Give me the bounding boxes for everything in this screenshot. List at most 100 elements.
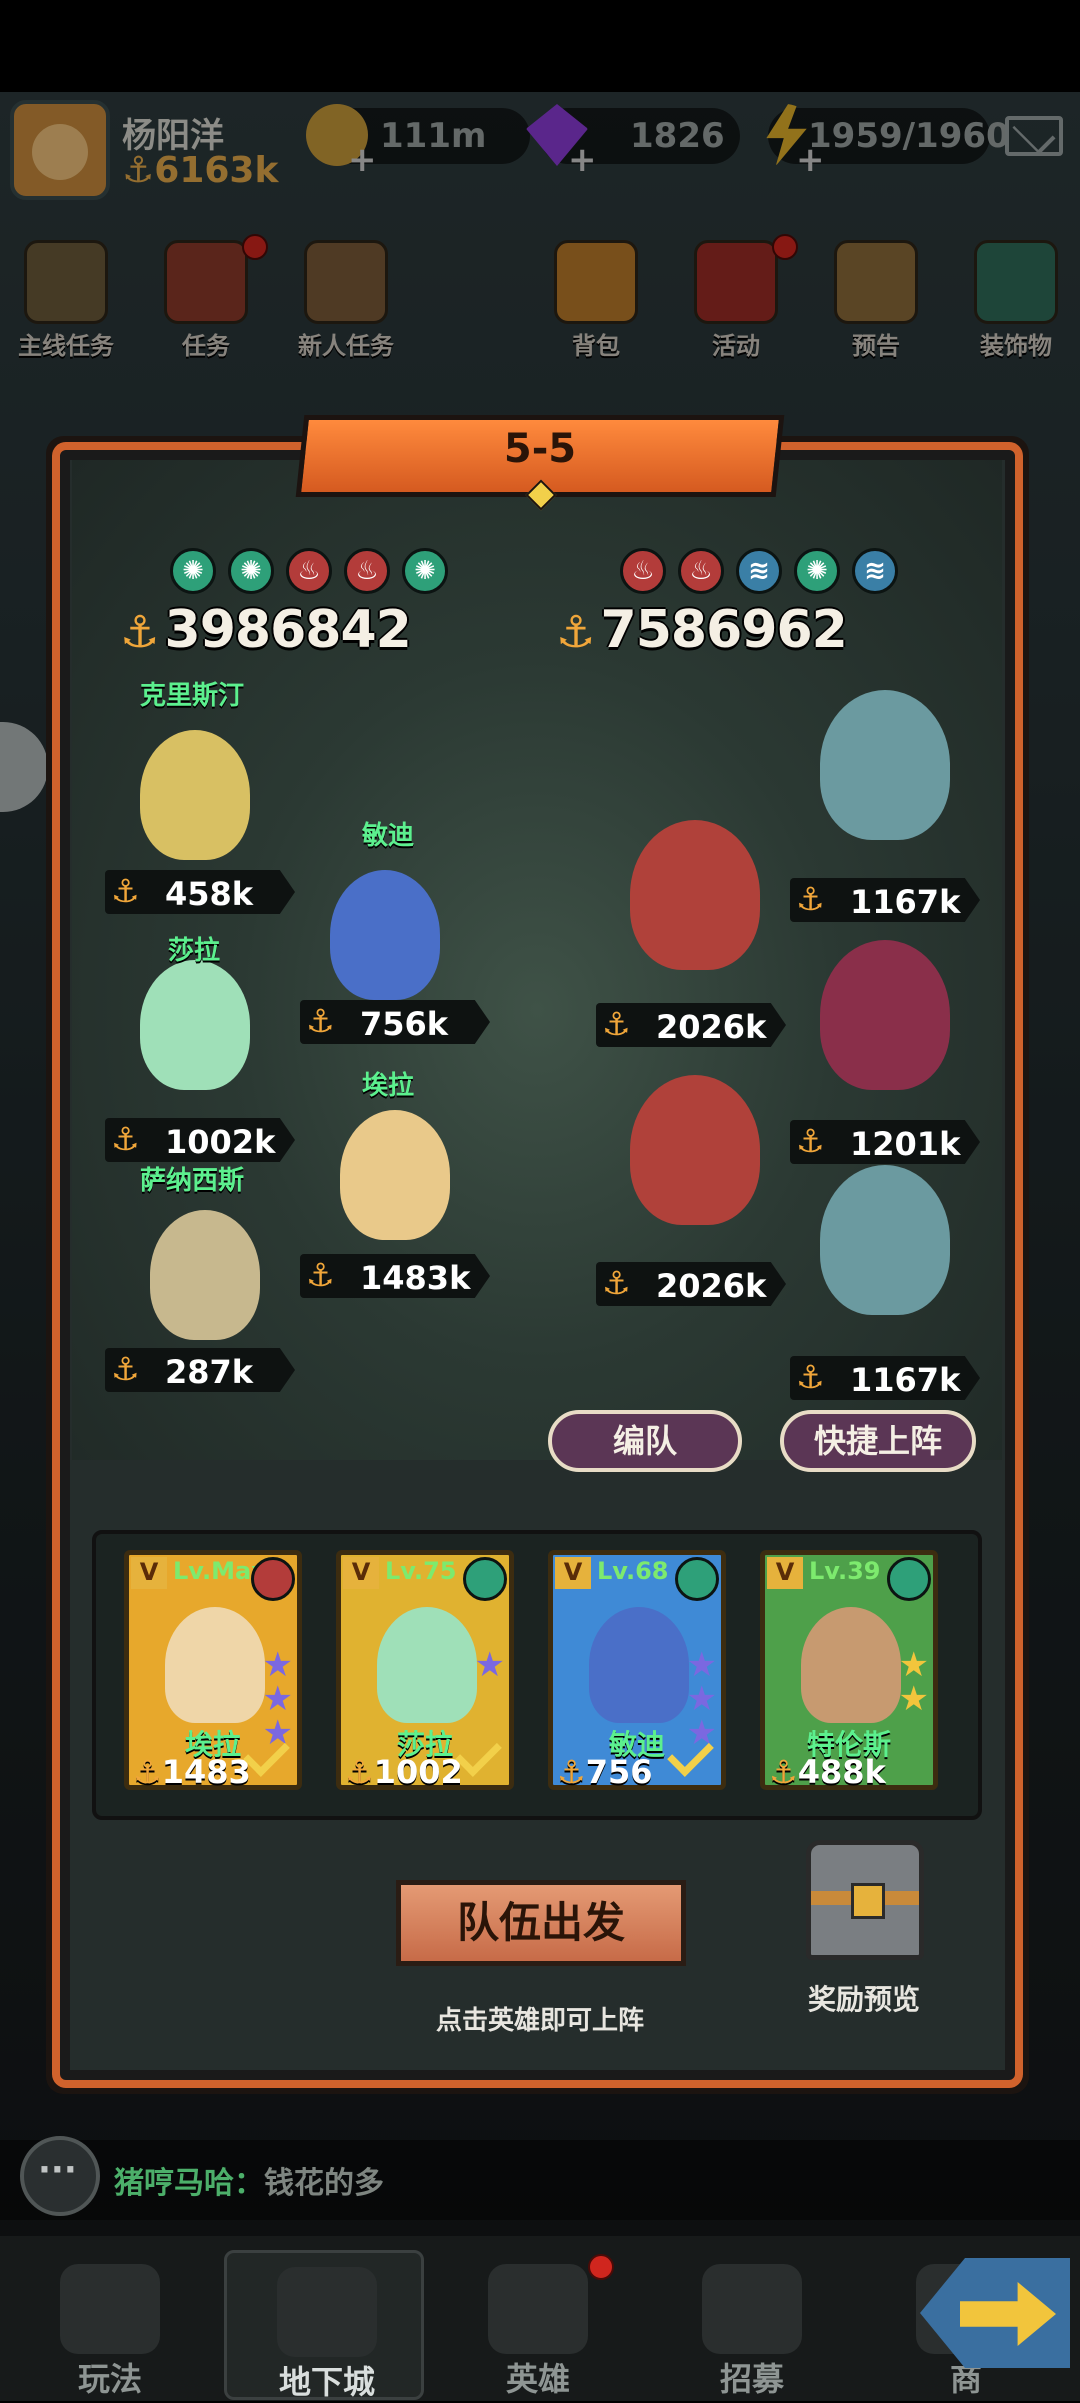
- hero-name-label: 敏迪: [362, 821, 415, 851]
- chat-icon[interactable]: [20, 2136, 100, 2216]
- hero-card[interactable]: V Lv.39 特伦斯 ⚓488k ★ ★: [760, 1550, 938, 1791]
- hero-power-value: 287k: [165, 1353, 254, 1391]
- hero-card[interactable]: V Lv.68 敏迪 ⚓756 ★ ★ ★: [548, 1550, 726, 1791]
- hero-power-value: 1002k: [165, 1123, 276, 1161]
- wind-element-icon: ✺: [794, 548, 840, 594]
- hero-name-label: 克里斯汀: [140, 681, 245, 711]
- enemy-sprite: [820, 940, 950, 1090]
- nav-icon: [277, 2267, 377, 2357]
- hero-power-value: 458k: [165, 875, 254, 913]
- hero-power: ⚓1002: [345, 1753, 463, 1791]
- vip-badge: V: [343, 1557, 379, 1589]
- depart-button[interactable]: 队伍出发: [396, 1880, 686, 1966]
- anchor-icon: ⚓: [111, 1120, 140, 1158]
- nav-label: 招募: [719, 2360, 784, 2398]
- anchor-icon: ⚓: [557, 1753, 586, 1791]
- ally-hero-sprite: [340, 1110, 450, 1240]
- star-icon: ★: [898, 1679, 929, 1719]
- vip-badge: V: [131, 1557, 167, 1589]
- hero-portrait: [801, 1607, 901, 1723]
- hero-power: ⚓1483: [133, 1753, 251, 1791]
- anchor-icon: ⚓: [120, 607, 160, 658]
- hero-portrait: [589, 1607, 689, 1723]
- hero-power-value: 1002: [373, 1753, 463, 1791]
- fire-element-icon: ♨: [286, 548, 332, 594]
- anchor-icon: ⚓: [111, 872, 140, 910]
- anchor-icon: ⚓: [602, 1264, 631, 1302]
- hero-power-bar: ⚓ 1483k: [300, 1254, 490, 1298]
- ally-total-power: ⚓ 3986842: [120, 600, 412, 660]
- enemy-power-value: 1167k: [850, 1361, 961, 1399]
- hero-power-value: 756k: [360, 1005, 449, 1043]
- anchor-icon: ⚓: [133, 1753, 162, 1791]
- anchor-icon: ⚓: [306, 1256, 335, 1294]
- anchor-icon: ⚓: [111, 1350, 140, 1388]
- hero-name-label: 埃拉: [362, 1071, 415, 1101]
- fire-element-icon: [251, 1557, 295, 1601]
- hero-level: Lv.39: [809, 1557, 881, 1585]
- hero-power-value: 1483k: [360, 1259, 471, 1297]
- enemy-power-bar: ⚓ 2026k: [596, 1003, 786, 1047]
- stage-label: 5-5: [503, 426, 577, 472]
- hero-card[interactable]: V Lv.Max 埃拉 ⚓1483 ★ ★ ★: [124, 1550, 302, 1791]
- hero-power: ⚓756: [557, 1753, 652, 1791]
- nav-label: 英雄: [505, 2360, 570, 2398]
- nav-item[interactable]: 英雄: [438, 2250, 638, 2400]
- hero-power-bar: ⚓ 458k: [105, 870, 295, 914]
- ally-hero-sprite: [330, 870, 440, 1000]
- hero-power-bar: ⚓ 287k: [105, 1348, 295, 1392]
- hero-card[interactable]: V Lv.75 莎拉 ⚓1002 ★: [336, 1550, 514, 1791]
- enemy-power-value: 1167k: [850, 883, 961, 921]
- anchor-icon: ⚓: [796, 1122, 825, 1160]
- formation-button[interactable]: 编队: [548, 1410, 742, 1472]
- enemy-total-power: ⚓ 7586962: [556, 600, 848, 660]
- nav-item[interactable]: 玩法: [10, 2250, 210, 2400]
- nav-label: 玩法: [77, 2360, 142, 2398]
- anchor-icon: ⚓: [556, 607, 596, 658]
- fire-element-icon: ♨: [344, 548, 390, 594]
- nav-item[interactable]: 招募: [652, 2250, 852, 2400]
- enemy-sprite: [820, 1165, 950, 1315]
- hero-power-bar: ⚓ 756k: [300, 1000, 490, 1044]
- nav-item[interactable]: 地下城: [224, 2250, 424, 2401]
- hero-name-label: 萨纳西斯: [140, 1166, 245, 1196]
- hero-level: Lv.75: [385, 1557, 457, 1585]
- notification-dot: [588, 2254, 614, 2280]
- wind-element-icon: [887, 1557, 931, 1601]
- enemy-power-bar: ⚓ 1167k: [790, 878, 980, 922]
- hero-power-value: 1483: [161, 1753, 251, 1791]
- wind-element-icon: ✺: [170, 548, 216, 594]
- wind-element-icon: ✺: [402, 548, 448, 594]
- anchor-icon: ⚓: [602, 1005, 631, 1043]
- hero-portrait: [377, 1607, 477, 1723]
- ally-hero-sprite: [140, 730, 250, 860]
- reward-preview-label[interactable]: 奖励预览: [784, 1978, 944, 2018]
- hero-power-value: 488k: [797, 1753, 886, 1791]
- nav-icon: [60, 2264, 160, 2354]
- nav-icon: [702, 2264, 802, 2354]
- hero-level: Lv.68: [597, 1557, 669, 1585]
- hero-name-label: 莎拉: [168, 936, 221, 966]
- anchor-icon: ⚓: [796, 880, 825, 918]
- hero-portrait: [165, 1607, 265, 1723]
- anchor-icon: ⚓: [345, 1753, 374, 1791]
- water-element-icon: ≋: [852, 548, 898, 594]
- wind-element-icon: [463, 1557, 507, 1601]
- anchor-icon: ⚓: [796, 1358, 825, 1396]
- enemy-power-value: 2026k: [656, 1267, 767, 1305]
- nav-label: 地下城: [278, 2363, 375, 2401]
- enemy-sprite: [820, 690, 950, 840]
- wind-element-icon: [675, 1557, 719, 1601]
- hero-power-value: 756: [585, 1753, 653, 1791]
- enemy-sprite: [630, 1075, 760, 1225]
- enemy-power-bar: ⚓ 1167k: [790, 1356, 980, 1400]
- treasure-chest-icon[interactable]: [806, 1840, 924, 1960]
- hero-power: ⚓488k: [769, 1753, 886, 1791]
- wind-element-icon: ✺: [228, 548, 274, 594]
- ally-hero-sprite: [150, 1210, 260, 1340]
- anchor-icon: ⚓: [306, 1002, 335, 1040]
- quick-deploy-button[interactable]: 快捷上阵: [780, 1410, 976, 1472]
- enemy-power-value: 2026k: [656, 1008, 767, 1046]
- enemy-sprite: [630, 820, 760, 970]
- enemy-power-value: 1201k: [850, 1125, 961, 1163]
